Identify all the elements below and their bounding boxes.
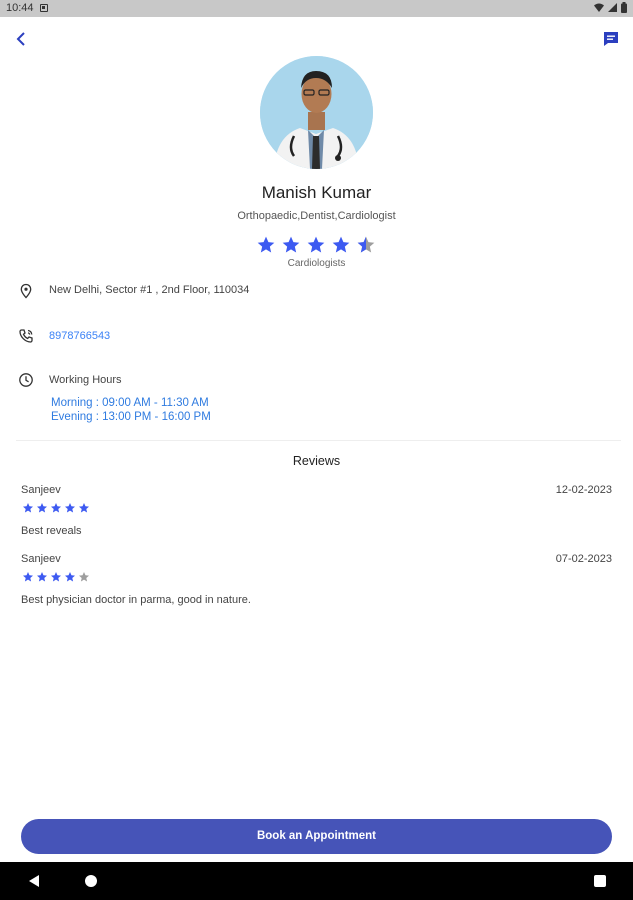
star-icon [51,503,61,513]
hours-evening: Evening : 13:00 PM - 16:00 PM [51,411,211,423]
star-icon [23,572,33,582]
rating-caption: Cardiologists [287,258,346,269]
clock-icon [19,373,33,387]
review-author: Sanjeev [21,553,61,565]
wifi-icon [594,3,604,12]
star-icon [37,503,47,513]
phone-row: 8978766543 [18,328,110,344]
star-icon [23,503,33,513]
book-appointment-button[interactable]: Book an Appointment [21,819,612,854]
status-icons [594,2,627,13]
doctor-rating [256,235,376,255]
half-star-icon [357,236,375,253]
star-icon [282,236,300,253]
review-author: Sanjeev [21,484,61,496]
notification-icon [40,4,48,12]
address-text: New Delhi, Sector #1 , 2nd Floor, 110034 [49,284,250,296]
review-text: Best reveals [21,525,82,537]
nav-home-icon[interactable] [85,875,97,887]
review-rating [22,571,90,583]
star-icon [257,236,275,253]
empty-star-icon [79,572,89,582]
star-icon [37,572,47,582]
star-icon [65,503,75,513]
section-divider [16,440,621,441]
battery-icon [621,2,627,13]
doctor-specialties: Orthopaedic,Dentist,Cardiologist [237,210,396,222]
signal-icon [608,3,617,12]
working-hours-label: Working Hours [49,374,122,386]
star-icon [332,236,350,253]
working-hours-row: Working Hours [18,372,122,388]
star-icon [51,572,61,582]
chat-icon[interactable] [601,29,621,49]
location-icon [20,283,32,299]
back-arrow-icon[interactable] [12,29,32,49]
address-row: New Delhi, Sector #1 , 2nd Floor, 110034 [18,283,249,299]
review-date: 07-02-2023 [555,553,612,565]
star-icon [307,236,325,253]
star-icon [79,503,89,513]
phone-number-link[interactable]: 8978766543 [49,330,110,342]
status-bar: 10:44 [0,0,633,17]
review-date: 12-02-2023 [555,484,612,496]
nav-back-icon[interactable] [28,874,40,888]
phone-icon [19,329,33,343]
status-time: 10:44 [6,2,34,14]
nav-recents-icon[interactable] [594,875,606,887]
star-icon [65,572,75,582]
doctor-name: Manish Kumar [261,183,372,202]
reviews-title: Reviews [292,454,341,468]
hours-morning: Morning : 09:00 AM - 11:30 AM [51,397,209,409]
doctor-avatar [260,56,373,169]
review-rating [22,502,90,514]
review-text: Best physician doctor in parma, good in … [21,594,251,606]
system-nav-bar [0,862,633,900]
